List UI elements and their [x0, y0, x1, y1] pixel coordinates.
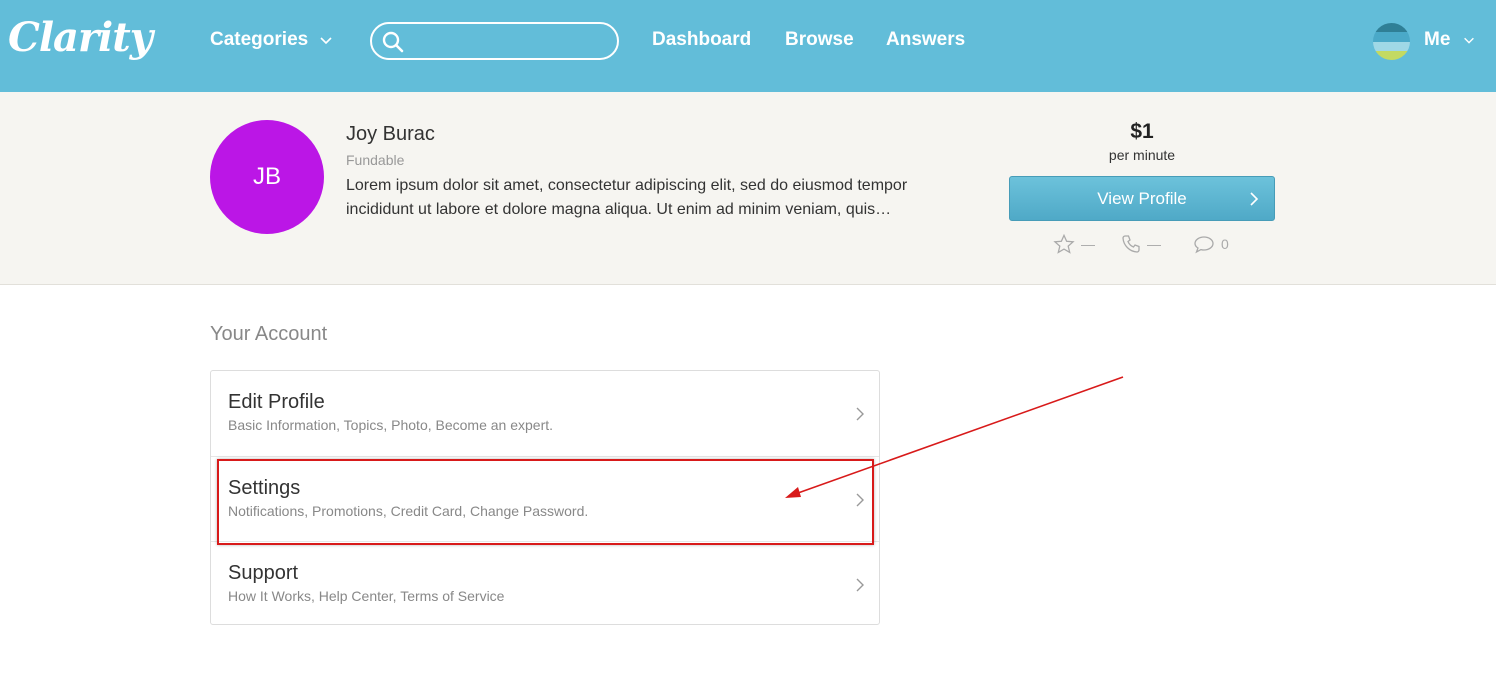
rate-unit: per minute — [1108, 147, 1176, 163]
account-item-support[interactable]: Support How It Works, Help Center, Terms… — [211, 541, 879, 626]
account-item-subtitle: How It Works, Help Center, Terms of Serv… — [228, 588, 505, 604]
reviews-stat: 0 — [1193, 234, 1229, 254]
nav-browse[interactable]: Browse — [785, 29, 854, 51]
calls-stat: — — [1121, 234, 1161, 254]
profile-status: Fundable — [346, 152, 405, 168]
account-item-edit-profile[interactable]: Edit Profile Basic Information, Topics, … — [211, 371, 879, 456]
star-icon — [1053, 234, 1075, 254]
phone-icon — [1122, 235, 1140, 253]
rating-stat: — — [1053, 234, 1095, 254]
rate-amount: $1 — [1130, 120, 1154, 143]
clarity-logo[interactable]: Clarity — [8, 14, 153, 61]
chevron-right-icon — [1250, 192, 1259, 206]
account-item-subtitle: Basic Information, Topics, Photo, Become… — [228, 417, 554, 433]
search-box[interactable] — [370, 22, 619, 60]
me-label: Me — [1424, 29, 1451, 50]
categories-label: Categories — [210, 29, 309, 50]
view-profile-button[interactable]: View Profile — [1009, 176, 1275, 221]
reviews-value: 0 — [1221, 236, 1229, 252]
profile-bio: Lorem ipsum dolor sit amet, consectetur … — [346, 177, 908, 218]
nav-dashboard[interactable]: Dashboard — [652, 29, 751, 51]
calls-value: — — [1147, 236, 1161, 252]
nav-answers[interactable]: Answers — [886, 29, 965, 51]
search-input[interactable] — [416, 29, 606, 53]
top-navigation-bar: Clarity Categories Dashboard Browse Answ… — [0, 0, 1496, 92]
user-avatar[interactable] — [1373, 23, 1410, 60]
comment-icon — [1194, 236, 1214, 254]
profile-avatar: JB — [210, 120, 324, 234]
chevron-down-icon — [320, 37, 332, 45]
profile-name: Joy Burac — [346, 123, 435, 145]
view-profile-label: View Profile — [1097, 188, 1187, 208]
chevron-right-icon — [856, 407, 864, 421]
annotation-highlight-box — [217, 459, 874, 545]
chevron-down-icon — [1464, 37, 1475, 44]
search-icon — [382, 31, 404, 53]
account-item-title: Support — [228, 562, 299, 584]
section-title: Your Account — [210, 323, 328, 345]
me-menu[interactable]: Me — [1424, 29, 1476, 51]
chevron-right-icon — [856, 578, 864, 592]
categories-menu[interactable]: Categories — [210, 29, 334, 51]
account-item-title: Edit Profile — [228, 391, 325, 413]
rating-value: — — [1081, 236, 1095, 252]
